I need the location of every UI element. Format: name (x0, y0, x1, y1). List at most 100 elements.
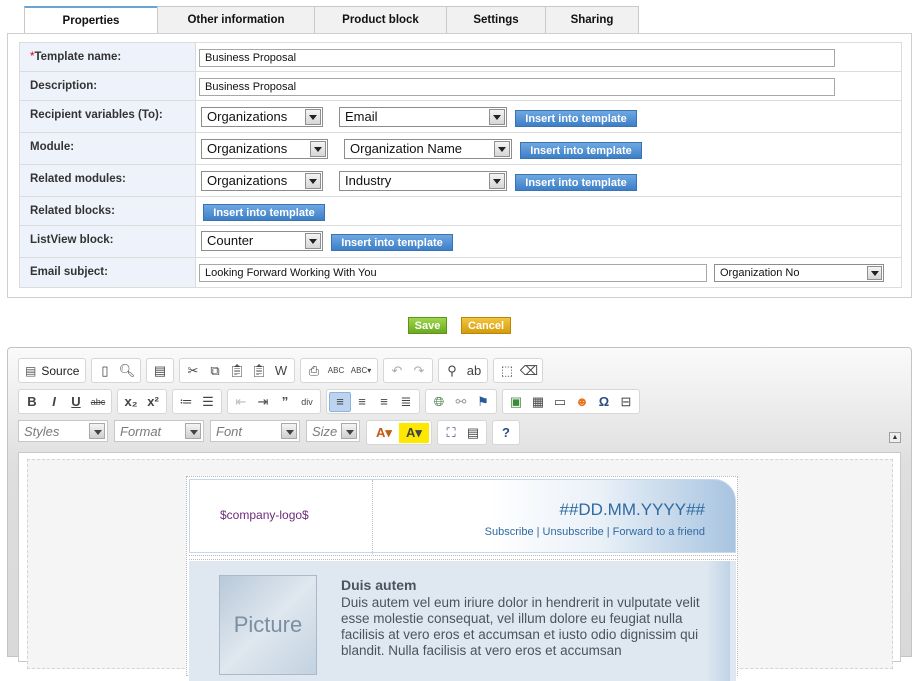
tab-bar: Properties Other information Product blo… (24, 6, 639, 34)
related-modules-insert-button[interactable]: Insert into template (515, 174, 637, 191)
recipient-label: Recipient variables (To): (19, 100, 196, 133)
related-field-select[interactable]: Industry (339, 171, 507, 191)
horizontal-rule-icon[interactable]: ▭ (549, 392, 571, 412)
subscript-icon[interactable]: x₂ (120, 392, 142, 412)
special-char-icon[interactable]: Ω (593, 392, 615, 412)
module-field-value: Organization Name (350, 141, 462, 156)
replace-icon[interactable]: ab (463, 361, 485, 381)
underline-icon[interactable]: U (65, 392, 87, 412)
module-field-select[interactable]: Organization Name (344, 139, 512, 159)
toolbar-group-links: 🌐︎ ⚯ ⚑ (425, 389, 497, 414)
tab-settings[interactable]: Settings (446, 6, 546, 33)
toolbar-group-scripts: x₂ x² (117, 389, 167, 414)
body-side-strip (706, 561, 730, 681)
indent-icon[interactable]: ⇥ (252, 392, 274, 412)
tab-properties[interactable]: Properties (24, 6, 158, 34)
subscribe-link[interactable]: Subscribe (485, 526, 534, 538)
chevron-down-icon (89, 423, 105, 439)
paste-word-icon[interactable]: W (270, 361, 292, 381)
align-left-icon[interactable]: ≡ (329, 391, 351, 412)
rich-text-editor: ▤ Source ▯ 🔍︎ ▤ ✂ ⧉ 📋︎ 📋︎ W ⎙ ABC ABC▾ ↶ … (7, 347, 912, 681)
align-right-icon[interactable]: ≡ (373, 392, 395, 412)
strikethrough-icon[interactable]: abc (87, 392, 109, 412)
bold-icon[interactable]: B (21, 392, 43, 412)
link-icon[interactable]: 🌐︎ (428, 392, 450, 412)
align-center-icon[interactable]: ≡ (351, 392, 373, 412)
new-page-icon[interactable]: ▯ (94, 361, 116, 381)
superscript-icon[interactable]: x² (142, 392, 164, 412)
outdent-icon[interactable]: ⇤ (230, 392, 252, 412)
collapse-toolbar-icon[interactable]: ▲ (889, 432, 901, 443)
picture-placeholder: Picture (219, 575, 317, 675)
numbered-list-icon[interactable]: ≔ (175, 392, 197, 412)
font-combo[interactable]: Font (210, 420, 300, 442)
redo-icon[interactable]: ↷ (408, 361, 430, 381)
listview-insert-button[interactable]: Insert into template (331, 234, 453, 251)
image-icon[interactable]: ▣ (505, 392, 527, 412)
source-button[interactable]: ▤ Source (21, 361, 83, 381)
save-button[interactable]: Save (408, 317, 447, 334)
table-icon[interactable]: ▦ (527, 392, 549, 412)
recipient-insert-button[interactable]: Insert into template (515, 110, 637, 127)
row-related-modules: Related modules: Organizations Industry … (19, 164, 902, 197)
toolbar-group-document: ▤ Source (18, 358, 86, 383)
recipient-module-select[interactable]: Organizations (201, 107, 323, 127)
help-icon[interactable]: ? (495, 423, 517, 443)
maximize-icon[interactable]: ⛶ (440, 423, 462, 443)
format-combo[interactable]: Format (114, 420, 204, 442)
styles-combo[interactable]: Styles (18, 420, 108, 442)
chevron-down-icon (305, 233, 321, 249)
find-icon[interactable]: ⚲ (441, 361, 463, 381)
show-blocks-icon[interactable]: ▤ (462, 423, 484, 443)
format-combo-label: Format (120, 423, 162, 439)
tab-other-information[interactable]: Other information (157, 6, 315, 33)
related-module-select[interactable]: Organizations (201, 171, 323, 191)
cancel-button[interactable]: Cancel (461, 317, 511, 334)
select-all-icon[interactable]: ⬚ (496, 361, 518, 381)
toolbar-row-1: ▤ Source ▯ 🔍︎ ▤ ✂ ⧉ 📋︎ 📋︎ W ⎙ ABC ABC▾ ↶ … (18, 358, 548, 383)
spellcheck-icon[interactable]: ABC (325, 361, 347, 381)
description-input[interactable]: Business Proposal (199, 78, 835, 96)
unsubscribe-link[interactable]: Unsubscribe (543, 526, 604, 538)
email-subject-field-value: Organization No (720, 267, 800, 279)
unlink-icon[interactable]: ⚯ (450, 392, 472, 412)
copy-icon[interactable]: ⧉ (204, 361, 226, 381)
smiley-icon[interactable]: ☻ (571, 392, 593, 412)
preview-icon[interactable]: 🔍︎ (116, 361, 138, 381)
module-insert-button[interactable]: Insert into template (520, 142, 642, 159)
email-subject-field-select[interactable]: Organization No (714, 264, 884, 282)
text-color-icon[interactable]: A▾ (369, 423, 399, 443)
creatediv-icon[interactable]: div (296, 392, 318, 412)
blockquote-icon[interactable]: ” (274, 392, 296, 412)
cut-icon[interactable]: ✂ (182, 361, 204, 381)
toolbar-group-clipboard: ✂ ⧉ 📋︎ 📋︎ W (179, 358, 295, 383)
tab-product-block[interactable]: Product block (314, 6, 447, 33)
print-icon[interactable]: ⎙ (303, 361, 325, 381)
bulleted-list-icon[interactable]: ☰ (197, 392, 219, 412)
row-recipient: Recipient variables (To): Organizations … (19, 100, 902, 133)
related-blocks-insert-button[interactable]: Insert into template (203, 204, 325, 221)
module-select[interactable]: Organizations (201, 139, 328, 159)
paste-text-icon[interactable]: 📋︎ (248, 361, 270, 381)
listview-block-select[interactable]: Counter (201, 231, 323, 251)
spellcheck-as-you-type-icon[interactable]: ABC▾ (347, 361, 375, 381)
date-placeholder: ##DD.MM.YYYY## (559, 500, 706, 519)
templates-icon[interactable]: ▤ (149, 361, 171, 381)
tab-sharing[interactable]: Sharing (545, 6, 639, 33)
toolbar-group-colors: A▾ A▾ (366, 420, 432, 445)
background-color-icon[interactable]: A▾ (399, 422, 429, 443)
align-justify-icon[interactable]: ≣ (395, 392, 417, 412)
toolbar-group-indent: ⇤ ⇥ ” div (227, 389, 321, 414)
italic-icon[interactable]: I (43, 392, 65, 412)
paste-icon[interactable]: 📋︎ (226, 361, 248, 381)
undo-icon[interactable]: ↶ (386, 361, 408, 381)
email-subject-input[interactable]: Looking Forward Working With You (199, 264, 707, 282)
forward-link[interactable]: Forward to a friend (613, 526, 705, 538)
remove-format-icon[interactable]: ⌫ (518, 361, 540, 381)
size-combo[interactable]: Size (306, 420, 360, 442)
template-name-input[interactable]: Business Proposal (199, 49, 835, 67)
page-break-icon[interactable]: ⊟ (615, 392, 637, 412)
recipient-field-select[interactable]: Email (339, 107, 507, 127)
anchor-icon[interactable]: ⚑ (472, 392, 494, 412)
editor-content-area[interactable]: $company-logo$ ##DD.MM.YYYY## Subscribe … (18, 452, 901, 681)
